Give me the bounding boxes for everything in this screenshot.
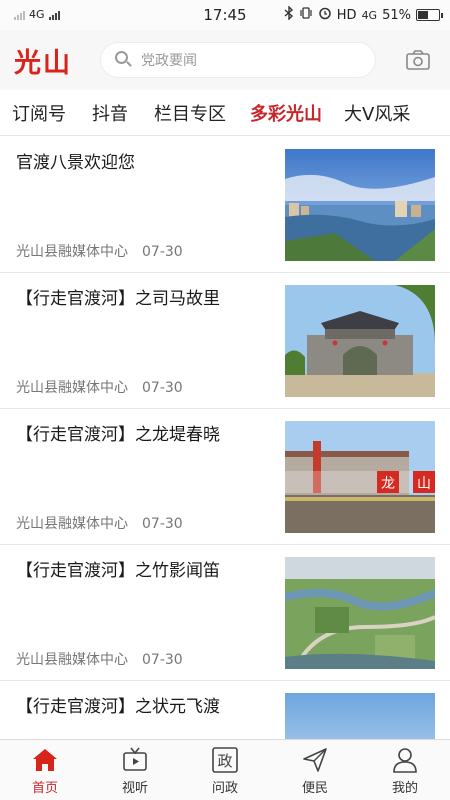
user-icon [391,746,419,774]
news-card[interactable]: 【行走官渡河】之龙堤春晓 光山县融媒体中心 07-30 龙 山 [0,409,450,545]
riverside-building-photo: 龙 山 [285,421,435,533]
news-date: 07-30 [142,380,183,396]
news-meta: 光山县融媒体中心 07-30 [16,649,183,669]
nav-media[interactable]: 视听 [90,740,180,800]
news-date: 07-30 [142,516,183,532]
app-header: 光山 党政要闻 [0,30,450,90]
tab-douyin[interactable]: 抖音 [66,100,128,126]
news-card[interactable]: 【行走官渡河】之竹影闻笛 光山县融媒体中心 07-30 [0,545,450,681]
nav-inquiry[interactable]: 政 问政 [180,740,270,800]
zheng-icon: 政 [211,746,239,774]
nav-label-inquiry: 问政 [211,781,238,796]
news-card[interactable]: 官渡八景欢迎您 光山县融媒体中心 07-30 [0,137,450,273]
bottom-navigation: 首页 视听 政 问政 便民 我的 [0,739,450,800]
search-bar[interactable]: 党政要闻 [100,42,376,78]
vibrate-icon [299,6,313,24]
sign-char-long: 龙 [381,476,395,492]
search-icon [115,51,133,69]
news-source: 光山县融媒体中心 [16,516,128,532]
search-placeholder: 党政要闻 [141,53,197,69]
nav-label-media: 视听 [121,781,148,796]
news-source: 光山县融媒体中心 [16,244,128,260]
tab-colorful-guangshan[interactable]: 多彩光山 [226,100,322,126]
bluetooth-icon [284,5,294,24]
news-title: 【行走官渡河】之状元飞渡 [16,697,220,717]
tab-subscriptions[interactable]: 订阅号 [0,100,66,126]
news-title: 【行走官渡河】之司马故里 [16,289,220,309]
battery-percent: 51% [382,7,411,23]
sign-char-shan: 山 [417,476,431,492]
archway-gate-photo [285,285,435,397]
status-right: HD 4G 51% [284,5,443,24]
sky-photo [285,693,435,739]
category-tabs: 订阅号 抖音 栏目专区 多彩光山 大V风采 [0,90,450,136]
aerial-river-photo [285,557,435,669]
tab-big-v[interactable]: 大V风采 [322,100,410,126]
battery-level [418,11,429,19]
nav-label-profile: 我的 [391,781,418,796]
news-title: 官渡八景欢迎您 [16,153,135,173]
zheng-glyph: 政 [217,752,232,770]
news-meta: 光山县融媒体中心 07-30 [16,241,183,261]
news-date: 07-30 [142,652,183,668]
news-title: 【行走官渡河】之竹影闻笛 [16,561,220,581]
nav-profile[interactable]: 我的 [360,740,450,800]
nav-services[interactable]: 便民 [270,740,360,800]
send-icon [301,746,329,774]
news-meta: 光山县融媒体中心 07-30 [16,377,183,397]
tv-icon [121,746,149,774]
news-date: 07-30 [142,244,183,260]
nav-home[interactable]: 首页 [0,740,90,800]
app-logo[interactable]: 光山 [14,41,72,80]
river-city-photo [285,149,435,261]
news-meta: 光山县融媒体中心 07-30 [16,513,183,533]
news-source: 光山县融媒体中心 [16,652,128,668]
news-title: 【行走官渡河】之龙堤春晓 [16,425,220,445]
battery-icon [416,9,443,21]
news-card[interactable]: 【行走官渡河】之司马故里 光山县融媒体中心 07-30 [0,273,450,409]
tab-column-zone[interactable]: 栏目专区 [128,100,226,126]
status-bar: 4G 17:45 HD 4G 51% [0,0,450,30]
news-source: 光山县融媒体中心 [16,380,128,396]
alarm-icon [318,6,332,24]
news-feed: 官渡八景欢迎您 光山县融媒体中心 07-30 【行走官渡河】之司马故里 光山县融媒… [0,137,450,739]
nav-label-home: 首页 [31,781,58,796]
camera-icon[interactable] [406,50,430,70]
hd-label: HD [336,7,357,23]
news-card[interactable]: 【行走官渡河】之状元飞渡 [0,681,450,739]
nav-label-services: 便民 [301,781,328,796]
network-type-right: 4G [361,8,378,22]
home-icon [31,746,59,774]
